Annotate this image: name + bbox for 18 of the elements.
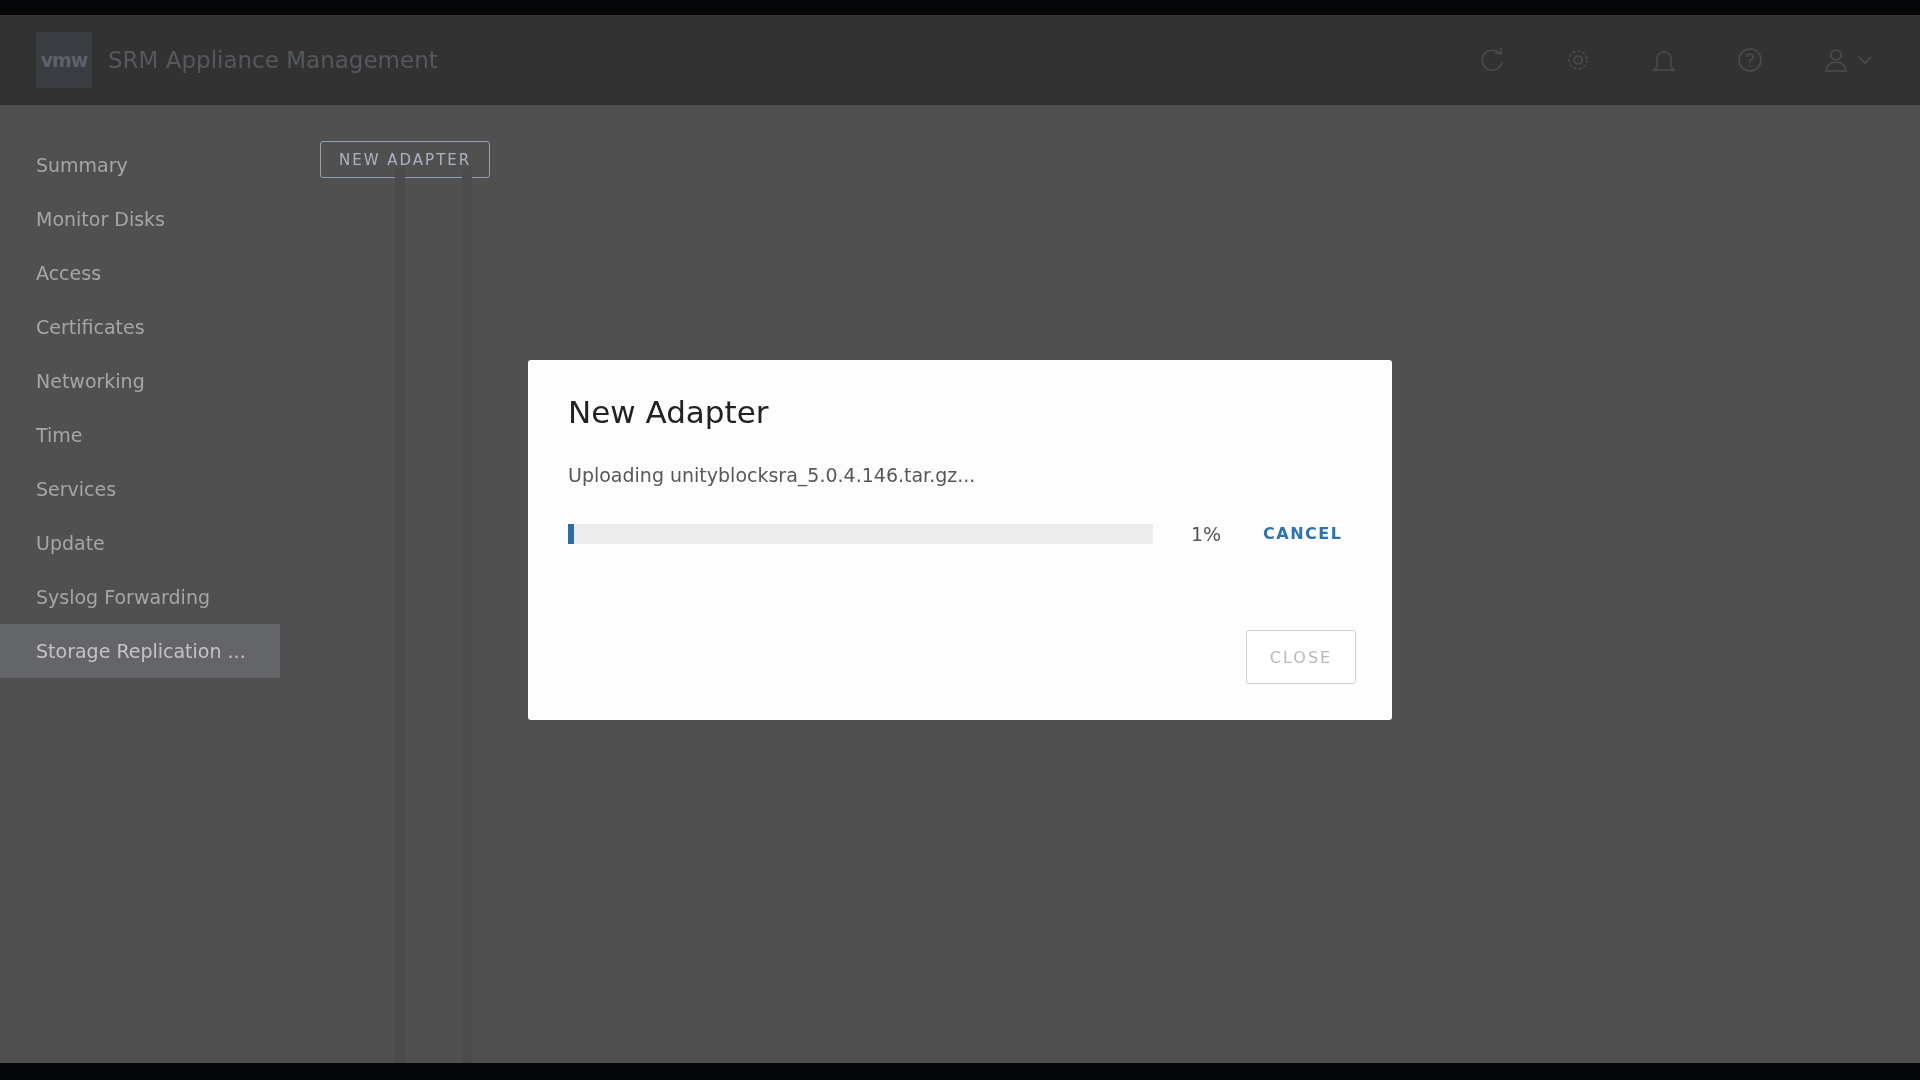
caret-icon[interactable] <box>1858 55 1872 65</box>
sidebar-item[interactable]: Syslog Forwarding <box>0 570 280 624</box>
sidebar-item[interactable]: Services <box>0 462 280 516</box>
new-adapter-button[interactable]: NEW ADAPTER <box>320 141 491 178</box>
sidebar-item[interactable]: Networking <box>0 354 280 408</box>
dialog-title: New Adapter <box>568 394 770 430</box>
upload-message: Uploading unityblocksra_5.0.4.146.tar.gz... <box>568 464 977 486</box>
sidebar-item[interactable]: Monitor Disks <box>0 192 280 246</box>
sidebar-item[interactable]: Update <box>0 516 280 570</box>
sidebar-item[interactable]: Summary <box>0 138 280 192</box>
sidebar-item[interactable]: Certificates <box>0 300 280 354</box>
refresh-icon[interactable] <box>1478 46 1506 74</box>
sidebar-item[interactable]: Time <box>0 408 280 462</box>
cancel-button[interactable]: CANCEL <box>1257 520 1349 547</box>
help-icon[interactable] <box>1736 46 1764 74</box>
sidebar-item[interactable]: Access <box>0 246 280 300</box>
sidebar-item[interactable]: Storage Replication ... <box>0 624 280 678</box>
user-icon[interactable] <box>1822 46 1850 74</box>
